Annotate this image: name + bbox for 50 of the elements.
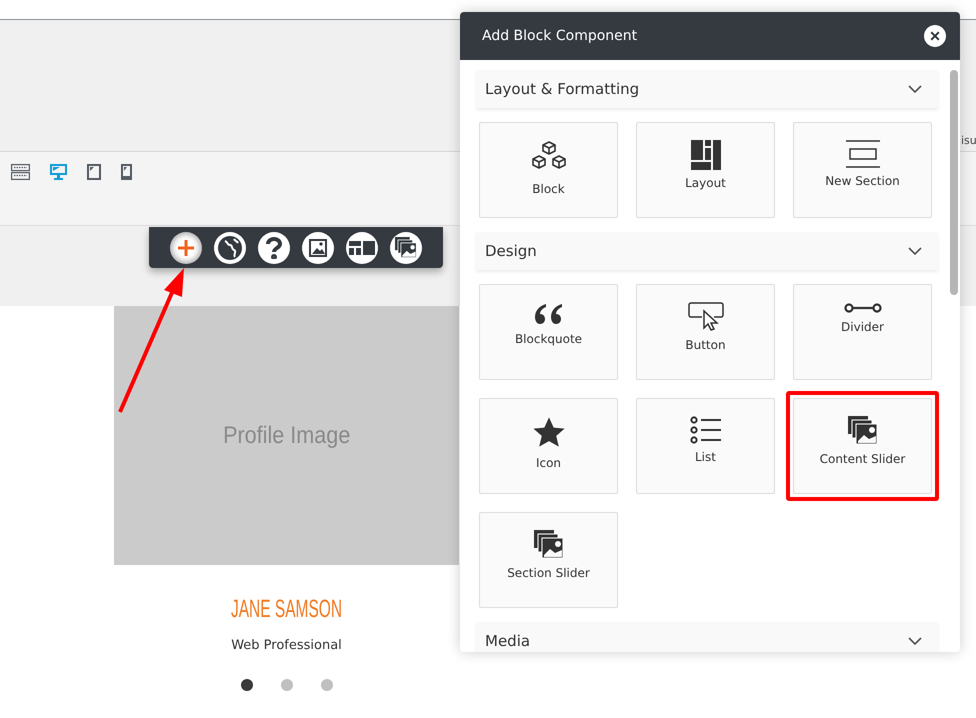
profile-name: JANE SAMSON [230,595,344,624]
image-icon [309,238,327,256]
quote-icon [534,302,564,326]
toolbar-button[interactable] [258,232,290,264]
component-card[interactable]: Divider [793,284,932,380]
chevron-down-icon [908,637,922,645]
toolbar-button[interactable] [214,232,246,264]
component-card[interactable]: List [636,398,775,494]
component-card[interactable]: Blockquote [479,284,618,380]
component-card[interactable]: Section Slider [479,512,618,608]
scrollbar-thumb[interactable] [950,70,958,295]
layout-icon [349,240,375,254]
component-card[interactable]: New Section [793,122,932,218]
keyboard-icon[interactable] [11,164,30,180]
monitor-icon[interactable] [50,164,67,180]
section-header[interactable]: Layout & Formatting [476,70,938,108]
component-card[interactable]: Content Slider [793,398,932,494]
toolbar-button[interactable] [170,232,202,264]
help-icon [266,236,282,258]
dialog-title: Add Block Component [482,28,638,44]
cursor-button-icon [688,302,724,332]
slides-icon [534,530,564,560]
carousel-dot[interactable] [320,679,332,691]
carousel-dot[interactable] [240,679,252,691]
phone-icon[interactable] [121,164,132,180]
section-icon [844,140,880,168]
toolbar-button[interactable] [390,232,422,264]
profile-title: Web Professional [230,638,343,653]
panel-label: isu [961,134,976,147]
component-card[interactable]: Button [636,284,775,380]
tablet-icon[interactable] [87,164,101,180]
close-button[interactable]: × [924,25,946,47]
component-card[interactable]: Block [479,122,618,218]
globe-icon [217,234,243,260]
toolbar-button[interactable] [346,232,378,264]
slides-icon [848,416,878,446]
layout-icon [690,140,720,170]
slides-icon [395,236,417,258]
chevron-down-icon [908,247,922,255]
list-icon [690,416,722,444]
section-header[interactable]: Media [476,622,938,652]
placeholder-label: Profile Image [222,422,350,450]
chevron-down-icon [908,85,922,93]
toolbar-button[interactable] [302,232,334,264]
component-card[interactable]: Layout [636,122,775,218]
plus-icon [177,238,195,256]
section-header[interactable]: Design [476,232,938,270]
carousel-dot[interactable] [280,679,292,691]
component-card[interactable]: Icon [479,398,618,494]
divider-icon [844,302,882,314]
